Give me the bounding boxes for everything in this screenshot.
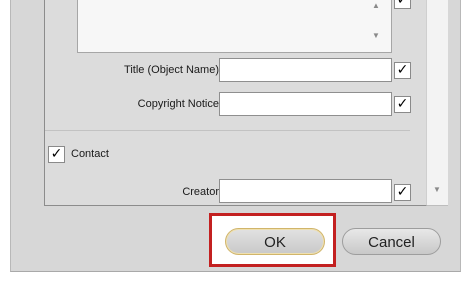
creator-field[interactable] — [219, 179, 392, 203]
textarea-scroll-up-icon[interactable]: ▲ — [372, 2, 380, 10]
section-divider — [45, 130, 410, 131]
creator-label: Creator — [182, 186, 219, 198]
panel-scrollbar[interactable]: ▼ — [427, 0, 448, 206]
title-object-name-field[interactable] — [219, 58, 392, 82]
description-textarea[interactable]: ▲ ▼ — [77, 0, 392, 53]
copyright-notice-checkbox[interactable]: ✓ — [394, 96, 411, 113]
scroll-down-icon[interactable]: ▼ — [433, 186, 441, 194]
metadata-fields-panel: ▲ ▼ ✓ Title (Object Name) ✓ Copyright No… — [44, 0, 427, 206]
title-object-name-checkbox[interactable]: ✓ — [394, 62, 411, 79]
textarea-scroll-down-icon[interactable]: ▼ — [372, 32, 380, 40]
copyright-notice-label: Copyright Notice — [137, 98, 219, 110]
cancel-button[interactable]: Cancel — [342, 228, 441, 255]
title-object-name-label: Title (Object Name) — [124, 64, 219, 76]
copyright-notice-field[interactable] — [219, 92, 392, 116]
ok-button[interactable]: OK — [225, 228, 325, 255]
contact-label: Contact — [71, 148, 109, 160]
contact-checkbox[interactable]: ✓ — [48, 146, 65, 163]
metadata-dialog: ▲ ▼ ✓ Title (Object Name) ✓ Copyright No… — [10, 0, 461, 272]
description-checkbox[interactable]: ✓ — [394, 0, 411, 9]
creator-checkbox[interactable]: ✓ — [394, 184, 411, 201]
